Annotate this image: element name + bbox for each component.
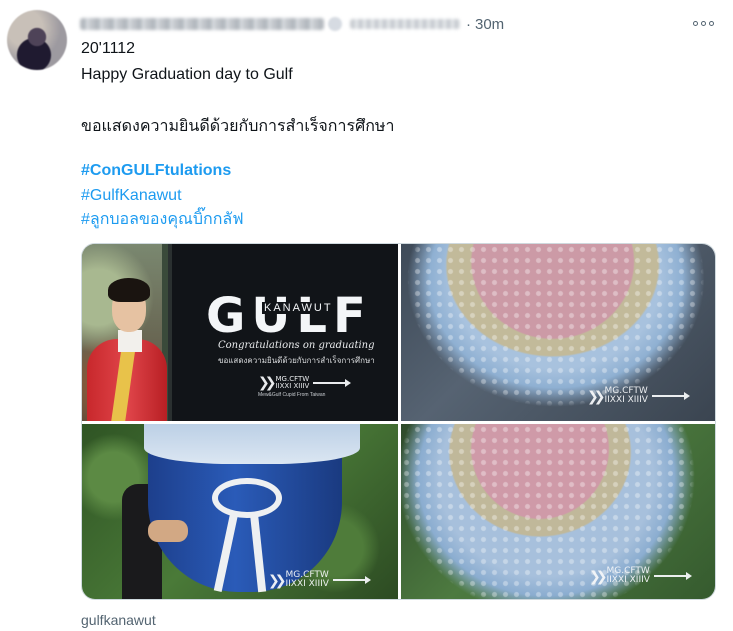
hashtag-link[interactable]: #ConGULFtulations <box>81 160 231 182</box>
watermark: ❯❯ MG.CFTW IIXXI XIIIV <box>268 571 371 589</box>
watermark-bottom: IIXXI XIIIV <box>604 395 648 405</box>
timestamp[interactable]: 30m <box>475 16 504 33</box>
website-link[interactable]: gulfkanawut <box>81 612 156 628</box>
hashtag-link[interactable]: #GulfKanawut <box>81 185 182 207</box>
watermark-text: MG.CFTW IIXXI XIIIV <box>606 567 649 585</box>
arrow-icon <box>313 378 352 387</box>
display-name-blurred[interactable] <box>80 18 324 30</box>
watermark-bottom: IIXXI XIIIV <box>606 575 650 585</box>
more-dot <box>701 20 706 26</box>
bouquet-flowers <box>144 424 360 464</box>
banner-thai: ขอแสดงความยินดีด้วยกับการสำเร็จการศึกษา <box>218 356 375 365</box>
hand <box>148 520 188 542</box>
pillar <box>168 244 172 421</box>
watermark-bottom: IIXXI XIIIV <box>285 579 329 589</box>
handle-blurred[interactable] <box>350 19 460 29</box>
shirt-collar <box>118 330 142 352</box>
banner-congrats: Congratulations on graduating <box>218 340 375 351</box>
tweet-text-line: Happy Graduation day to Gulf <box>81 66 293 83</box>
person-hair <box>108 278 150 302</box>
watermark: ❯❯ MG.CFTW IIXXI XIIIV <box>258 374 352 391</box>
photo-bouquet-held[interactable]: ❯❯ MG.CFTW IIXXI XIIIV <box>82 424 398 599</box>
tweet-text-line: 20'1112 <box>81 40 136 57</box>
badge-icon <box>328 17 342 31</box>
more-options-icon[interactable] <box>693 14 714 32</box>
chevrons-icon: ❯❯ <box>258 374 277 390</box>
photo-graduation-banner[interactable]: GULF KANAWUT Congratulations on graduati… <box>82 244 398 421</box>
chevrons-icon: ❯❯ <box>587 387 606 404</box>
watermark: ❯❯ MG.CFTW IIXXI XIIIV <box>589 567 692 585</box>
banner-brand: GULF <box>206 288 372 344</box>
banner-brand-sub: KANAWUT <box>262 302 335 314</box>
tweet[interactable]: · 30m 20'1112 Happy Graduation day to Gu… <box>0 0 733 631</box>
watermark-text: MG.CFTW IIXXI XIIIV <box>604 387 647 405</box>
photo-bouquet-closeup[interactable]: ❯❯ MG.CFTW IIXXI XIIIV <box>401 244 715 421</box>
tweet-text-thai: ขอแสดงความยินดีด้วยกับการสำเร็จการศึกษา <box>81 118 395 135</box>
more-dot <box>709 20 714 26</box>
arrow-icon <box>332 576 371 584</box>
banner-footer: Mew&Gulf Cupid From Taiwan <box>258 392 326 398</box>
ribbon-bow <box>212 478 282 518</box>
photo-bouquet-garden[interactable]: ❯❯ MG.CFTW IIXXI XIIIV <box>401 424 715 599</box>
avatar[interactable] <box>7 10 67 70</box>
chevrons-icon: ❯❯ <box>268 571 287 588</box>
hashtag-link[interactable]: #ลูกบอลของคุณบิ๊กกลัฟ <box>81 209 244 231</box>
more-dot <box>693 20 698 26</box>
watermark-text: MG.CFTW IIXXI XIIIV <box>285 571 328 589</box>
media-grid: GULF KANAWUT Congratulations on graduati… <box>81 243 716 600</box>
arrow-icon <box>651 392 690 400</box>
tweet-header: · 30m <box>80 14 504 34</box>
watermark: ❯❯ MG.CFTW IIXXI XIIIV <box>587 387 690 405</box>
chevrons-icon: ❯❯ <box>589 567 608 584</box>
watermark-text: MG.CFTW IIXXI XIIIV <box>275 375 310 390</box>
arrow-icon <box>653 572 692 580</box>
watermark-bottom: IIXXI XIIIV <box>275 381 310 390</box>
separator-dot: · <box>466 15 471 33</box>
